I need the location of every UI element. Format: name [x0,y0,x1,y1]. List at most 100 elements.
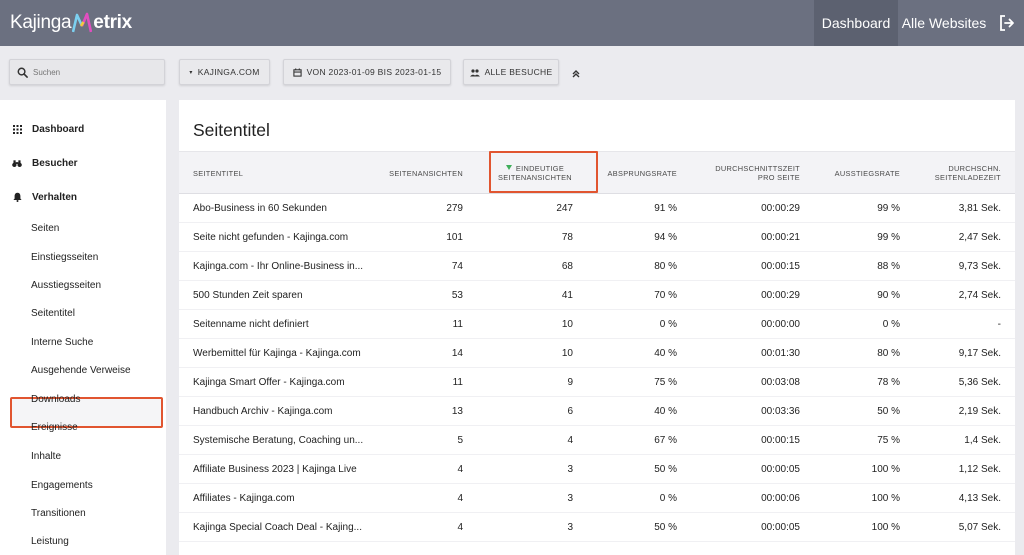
bell-icon [12,192,22,202]
table-row[interactable]: Affiliates - Kajinga.com 4 3 0 % 00:00:0… [179,484,1015,513]
sidebar-label: Verhalten [32,191,78,203]
cell-exit: 80 % [877,348,900,359]
sidebar-item-ausgehende-verweise[interactable]: Ausgehende Verweise [0,356,166,384]
sidebar-item-dashboard[interactable]: Dashboard [0,115,166,143]
cell-exit: 100 % [871,522,900,533]
table-row[interactable]: Seite nicht gefunden - Kajinga.com 101 7… [179,223,1015,252]
sidebar-item-besucher[interactable]: Besucher [0,149,166,177]
cell-title: Affiliate Business 2023 | Kajinga Live [193,464,357,475]
sidebar-item-seitentitel[interactable]: Seitentitel [0,299,166,327]
sidebar-item-verhalten[interactable]: Verhalten [0,183,166,211]
col-header-line: DURCHSCHN. [948,164,1001,173]
table-row[interactable]: Kajinga Smart Offer - Kajinga.com 11 9 7… [179,368,1015,397]
cell-views: 4 [457,522,463,533]
table-row[interactable]: Affiliate Business 2023 | Kajinga Live 4… [179,455,1015,484]
col-header-durchschnittszeit[interactable]: DURCHSCHNITTSZEIT PRO SEITE [715,164,800,182]
cell-time: 00:00:21 [761,232,800,243]
cell-time: 00:01:30 [761,348,800,359]
site-selector-label: KAJINGA.COM [197,67,260,77]
logo-text-left: Kajinga [10,12,72,33]
sidebar-item-einstiegsseiten[interactable]: Einstiegsseiten [0,243,166,271]
cell-load: 1,12 Sek. [958,464,1001,475]
sidebar-item-leistung[interactable]: Leistung [0,527,166,555]
cell-title: Systemische Beratung, Coaching un... [193,435,364,446]
cell-views: 4 [457,493,463,504]
sidebar-item-downloads[interactable]: Downloads [0,385,166,413]
col-header-ausstiegsrate[interactable]: AUSSTIEGSRATE [835,169,900,178]
col-header-seitentitel[interactable]: SEITENTITEL [193,169,243,178]
sidebar-item-engagements[interactable]: Engagements [0,471,166,499]
cell-title: Werbemittel für Kajinga - Kajinga.com [193,348,361,359]
col-header-seitenladezeit[interactable]: DURCHSCHN. SEITENLADEZEIT [935,164,1001,182]
cell-exit: 78 % [877,377,900,388]
cell-exit: 75 % [877,435,900,446]
sidebar-item-ereignisse[interactable]: Ereignisse [0,413,166,441]
cell-title: Kajinga Smart Offer - Kajinga.com [193,377,345,388]
cell-load: 9,17 Sek. [958,348,1001,359]
cell-exit: 99 % [877,203,900,214]
cell-bounce: 80 % [654,261,677,272]
col-header-seitenansichten[interactable]: SEITENANSICHTEN [389,169,463,178]
table-row[interactable]: Seitenname nicht definiert 11 10 0 % 00:… [179,310,1015,339]
cell-time: 00:00:00 [761,319,800,330]
table-row[interactable]: Abo-Business in 60 Sekunden 279 247 91 %… [179,194,1015,223]
cell-time: 00:00:29 [761,290,800,301]
cell-unique: 41 [561,290,573,301]
cell-load: 2,47 Sek. [958,232,1001,243]
cell-views: 11 [452,319,463,330]
cell-unique: 10 [561,348,573,359]
cell-time: 00:00:05 [761,464,800,475]
cell-exit: 90 % [877,290,900,301]
table-row[interactable]: Werbemittel für Kajinga - Kajinga.com 14… [179,339,1015,368]
sidebar-item-ausstiegsseiten[interactable]: Ausstiegsseiten [0,271,166,299]
sidebar-item-transitionen[interactable]: Transitionen [0,499,166,527]
cell-title: Seite nicht gefunden - Kajinga.com [193,232,349,243]
collapse-chevron-up-icon[interactable] [571,66,581,78]
cell-views: 74 [451,261,463,272]
table-row[interactable]: Systemische Beratung, Coaching un... 5 4… [179,426,1015,455]
table-row[interactable]: 500 Stunden Zeit sparen 53 41 70 % 00:00… [179,281,1015,310]
cell-unique: 4 [567,435,573,446]
caret-down-icon: ▾ [189,69,193,76]
col-header-absprungsrate[interactable]: ABSPRUNGSRATE [608,169,677,178]
cell-exit: 99 % [877,232,900,243]
cell-time: 00:00:15 [761,261,800,272]
sidebar-item-interne-suche[interactable]: Interne Suche [0,328,166,356]
sidebar-item-seiten[interactable]: Seiten [0,214,166,242]
cell-exit: 100 % [871,493,900,504]
search-box[interactable] [9,59,165,85]
cell-views: 5 [457,435,463,446]
sidebar-label: Besucher [32,157,78,169]
cell-time: 00:03:36 [761,406,800,417]
site-selector-button[interactable]: ▾ KAJINGA.COM [179,59,270,85]
table-row[interactable]: Handbuch Archiv - Kajinga.com 13 6 40 % … [179,397,1015,426]
kajinga-metrix-logo[interactable]: Kajinga etrix [10,11,132,35]
cell-bounce: 94 % [654,232,677,243]
cell-exit: 0 % [882,319,900,330]
binoculars-icon [12,158,22,168]
nav-all-websites[interactable]: Alle Websites [898,0,990,46]
col-header-line: DURCHSCHNITTSZEIT [715,164,800,173]
calendar-icon [292,67,302,77]
logout-icon[interactable] [998,14,1016,32]
cell-unique: 247 [556,203,573,214]
cell-title: Kajinga Special Coach Deal - Kajing... [193,522,362,533]
cell-bounce: 0 % [659,319,677,330]
cell-bounce: 0 % [659,493,677,504]
nav-dashboard[interactable]: Dashboard [814,0,898,46]
search-input[interactable] [33,67,153,77]
date-range-button[interactable]: VON 2023-01-09 BIS 2023-01-15 [283,59,451,85]
cell-title: Handbuch Archiv - Kajinga.com [193,406,333,417]
cell-bounce: 50 % [654,464,677,475]
cell-load: - [997,319,1001,330]
table-row[interactable]: Kajinga Special Coach Deal - Kajing... 4… [179,513,1015,542]
sidebar-item-inhalte[interactable]: Inhalte [0,442,166,470]
sorted-column-highlight [489,151,598,193]
cell-time: 00:00:06 [761,493,800,504]
cell-unique: 78 [561,232,573,243]
cell-load: 9,73 Sek. [958,261,1001,272]
segment-button[interactable]: ALLE BESUCHE [463,59,559,85]
segment-label: ALLE BESUCHE [484,67,553,77]
table-row[interactable]: Kajinga.com - Ihr Online-Business in... … [179,252,1015,281]
cell-bounce: 91 % [654,203,677,214]
